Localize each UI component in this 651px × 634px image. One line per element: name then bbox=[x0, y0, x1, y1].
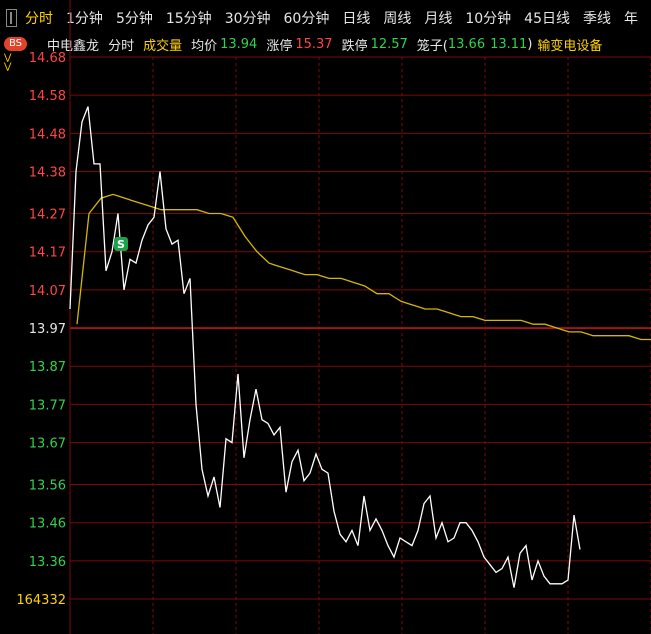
y-tick-label: 13.36 bbox=[29, 555, 66, 570]
y-tick-label: 14.48 bbox=[29, 127, 66, 142]
avg-price-line bbox=[76, 193, 651, 341]
intraday-chart[interactable]: 14.68 14.58 14.48 14.38 14.27 14.17 14.07 13.97… bbox=[0, 0, 651, 634]
price-line bbox=[69, 106, 581, 588]
sell-signal-label: S bbox=[117, 238, 125, 251]
volume-tick-label: 164332 bbox=[16, 593, 66, 608]
y-tick-label: 14.58 bbox=[29, 89, 66, 104]
y-tick-label: 13.97 bbox=[29, 322, 66, 337]
y-tick-label: 13.87 bbox=[29, 360, 66, 375]
y-tick-label: 13.56 bbox=[29, 479, 66, 494]
y-tick-label: 14.38 bbox=[29, 166, 66, 181]
y-tick-label: 13.67 bbox=[29, 437, 66, 452]
y-tick-label: 14.27 bbox=[29, 208, 66, 223]
y-tick-label: 14.07 bbox=[29, 284, 66, 299]
y-tick-label: 14.68 bbox=[29, 51, 66, 66]
y-tick-label: 14.17 bbox=[29, 246, 66, 261]
y-tick-label: 13.46 bbox=[29, 517, 66, 532]
y-tick-label: 13.77 bbox=[29, 398, 66, 413]
